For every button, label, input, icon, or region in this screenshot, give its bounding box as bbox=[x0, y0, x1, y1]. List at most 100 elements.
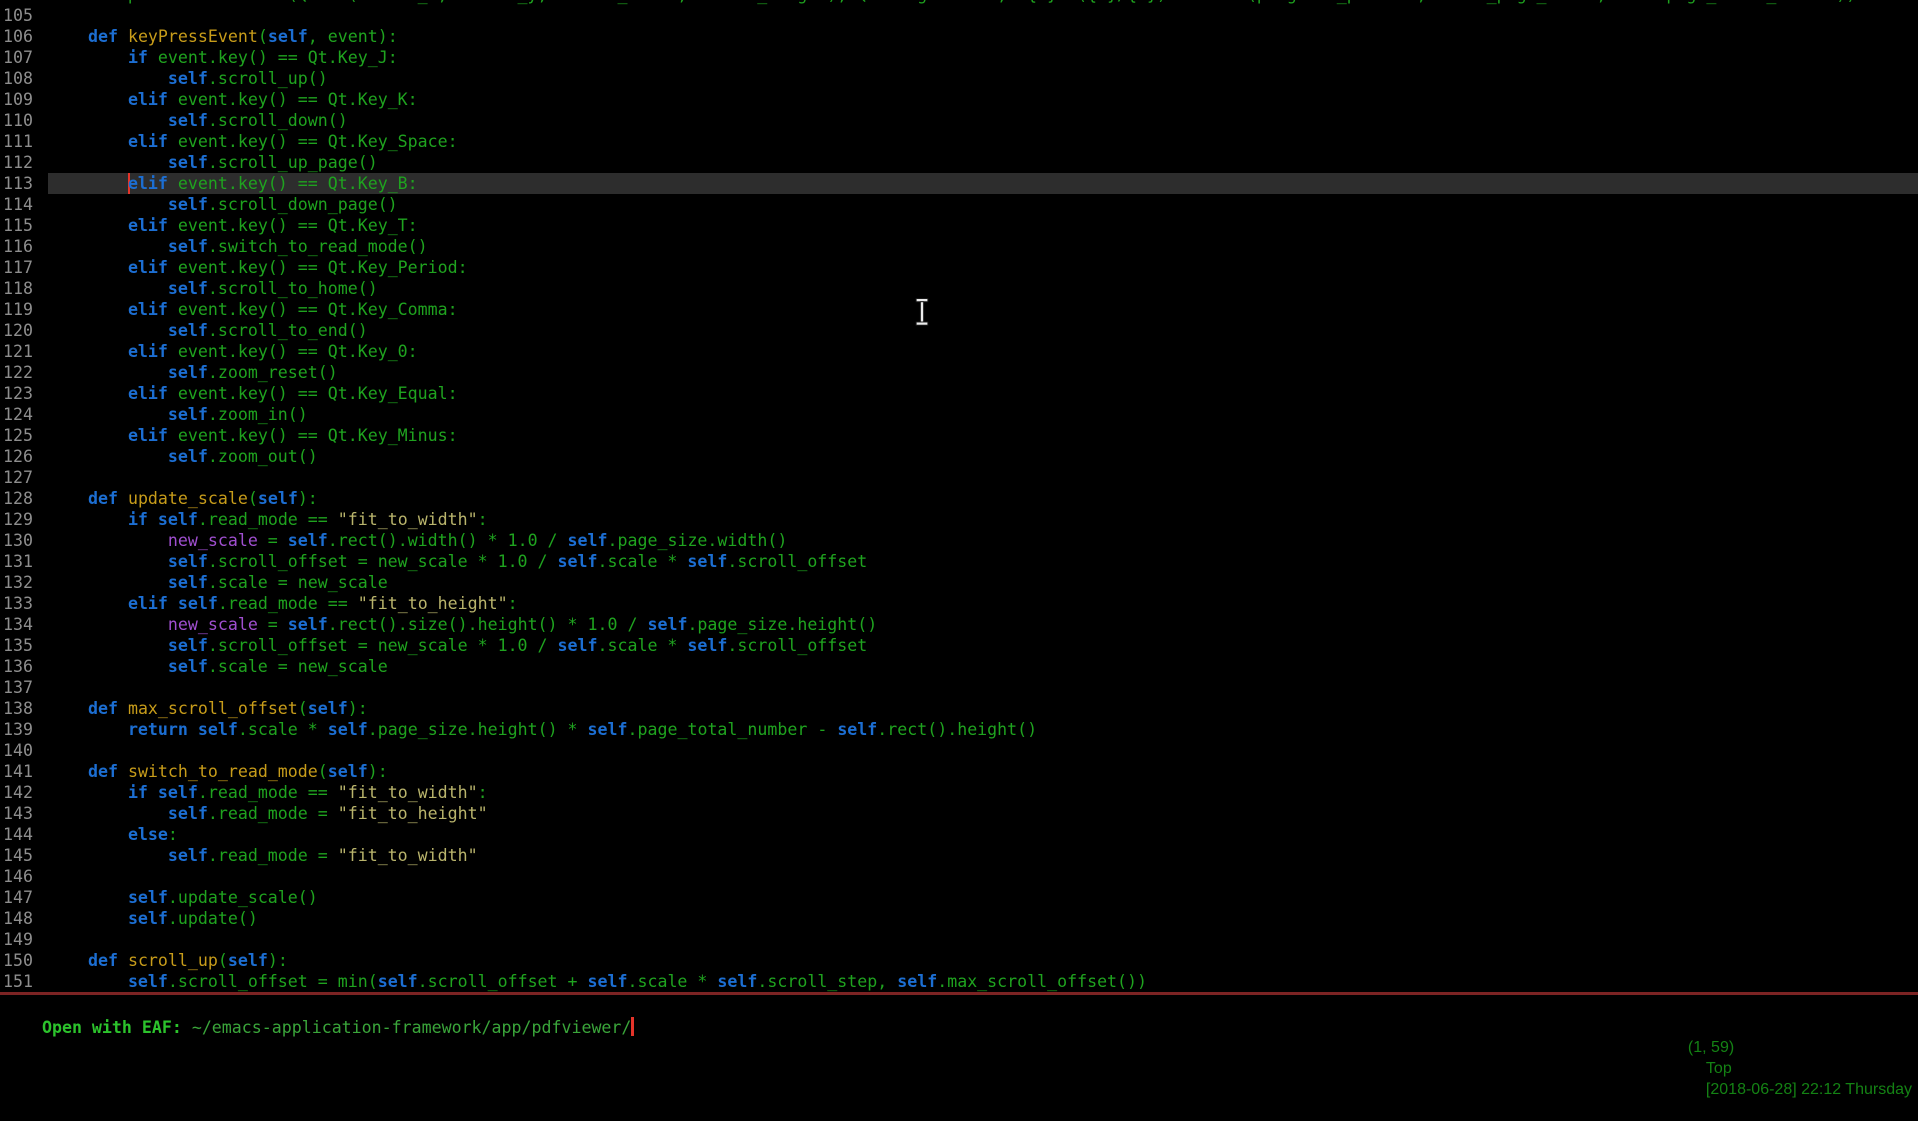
line-number: 106 bbox=[0, 26, 48, 47]
line-number: 122 bbox=[0, 362, 48, 383]
line-number: 117 bbox=[0, 257, 48, 278]
line-number: 130 bbox=[0, 530, 48, 551]
minibuffer-prompt: Open with EAF: bbox=[42, 1018, 192, 1037]
line-number: 138 bbox=[0, 698, 48, 719]
code-line[interactable]: 137 bbox=[0, 677, 1918, 698]
code-line[interactable]: 142 if self.read_mode == "fit_to_width": bbox=[0, 782, 1918, 803]
line-number: 109 bbox=[0, 89, 48, 110]
code-line[interactable]: 139 return self.scale * self.page_size.h… bbox=[0, 719, 1918, 740]
code-line[interactable]: 134 new_scale = self.rect().size().heigh… bbox=[0, 614, 1918, 635]
code-line[interactable]: 127 bbox=[0, 467, 1918, 488]
code-line[interactable]: 141 def switch_to_read_mode(self): bbox=[0, 761, 1918, 782]
line-number: 124 bbox=[0, 404, 48, 425]
line-number: 108 bbox=[0, 68, 48, 89]
code-line[interactable]: 125 elif event.key() == Qt.Key_Minus: bbox=[0, 425, 1918, 446]
code-text bbox=[48, 866, 1918, 887]
code-line[interactable]: 113 elif event.key() == Qt.Key_B: bbox=[0, 173, 1918, 194]
line-number: 105 bbox=[0, 5, 48, 26]
code-line[interactable]: 108 self.scroll_up() bbox=[0, 68, 1918, 89]
code-text: if self.read_mode == "fit_to_width": bbox=[48, 509, 1918, 530]
line-number: 147 bbox=[0, 887, 48, 908]
code-line[interactable]: 135 self.scroll_offset = new_scale * 1.0… bbox=[0, 635, 1918, 656]
code-text: new_scale = self.rect().width() * 1.0 / … bbox=[48, 530, 1918, 551]
code-text: self.switch_to_read_mode() bbox=[48, 236, 1918, 257]
code-line[interactable]: 119 elif event.key() == Qt.Key_Comma: bbox=[0, 299, 1918, 320]
line-number: 135 bbox=[0, 635, 48, 656]
line-number: 119 bbox=[0, 299, 48, 320]
code-line[interactable]: 147 self.update_scale() bbox=[0, 887, 1918, 908]
code-text: elif event.key() == Qt.Key_Comma: bbox=[48, 299, 1918, 320]
code-text: self.scroll_offset = min(self.scroll_off… bbox=[48, 971, 1918, 992]
code-line[interactable]: 140 bbox=[0, 740, 1918, 761]
code-text: self.scroll_to_home() bbox=[48, 278, 1918, 299]
code-line[interactable]: 110 self.scroll_down() bbox=[0, 110, 1918, 131]
code-line[interactable]: 144 else: bbox=[0, 824, 1918, 845]
code-line[interactable]: 148 self.update() bbox=[0, 908, 1918, 929]
code-line[interactable]: 111 elif event.key() == Qt.Key_Space: bbox=[0, 131, 1918, 152]
code-text: self.scroll_up_page() bbox=[48, 152, 1918, 173]
code-line[interactable]: 132 self.scale = new_scale bbox=[0, 572, 1918, 593]
line-number: 107 bbox=[0, 47, 48, 68]
code-text: self.scroll_up() bbox=[48, 68, 1918, 89]
code-line[interactable]: 128 def update_scale(self): bbox=[0, 488, 1918, 509]
line-number: 125 bbox=[0, 425, 48, 446]
code-line[interactable]: 105 bbox=[0, 5, 1918, 26]
code-line[interactable]: 115 elif event.key() == Qt.Key_T: bbox=[0, 215, 1918, 236]
code-line[interactable]: 150 def scroll_up(self): bbox=[0, 950, 1918, 971]
code-text: self.update_scale() bbox=[48, 887, 1918, 908]
line-number: 148 bbox=[0, 908, 48, 929]
line-number: 116 bbox=[0, 236, 48, 257]
line-number: 137 bbox=[0, 677, 48, 698]
code-line[interactable]: 122 self.zoom_reset() bbox=[0, 362, 1918, 383]
minibuffer[interactable]: Open with EAF: ~/emacs-application-frame… bbox=[0, 995, 1918, 1018]
code-line[interactable]: 131 self.scroll_offset = new_scale * 1.0… bbox=[0, 551, 1918, 572]
code-text: def switch_to_read_mode(self): bbox=[48, 761, 1918, 782]
code-line[interactable]: 143 self.read_mode = "fit_to_height" bbox=[0, 803, 1918, 824]
code-line[interactable]: 117 elif event.key() == Qt.Key_Period: bbox=[0, 257, 1918, 278]
line-number: 131 bbox=[0, 551, 48, 572]
code-text: if self.read_mode == "fit_to_width": bbox=[48, 782, 1918, 803]
code-line[interactable]: 107 if event.key() == Qt.Key_J: bbox=[0, 47, 1918, 68]
code-line[interactable]: 138 def max_scroll_offset(self): bbox=[0, 698, 1918, 719]
code-line[interactable]: 118 self.scroll_to_home() bbox=[0, 278, 1918, 299]
code-text: self.scale = new_scale bbox=[48, 572, 1918, 593]
line-number: 141 bbox=[0, 761, 48, 782]
line-number: 121 bbox=[0, 341, 48, 362]
code-line[interactable]: 129 if self.read_mode == "fit_to_width": bbox=[0, 509, 1918, 530]
line-number: 129 bbox=[0, 509, 48, 530]
code-line[interactable]: 120 self.scroll_to_end() bbox=[0, 320, 1918, 341]
code-line[interactable]: 123 elif event.key() == Qt.Key_Equal: bbox=[0, 383, 1918, 404]
code-text: return self.scale * self.page_size.heigh… bbox=[48, 719, 1918, 740]
code-line[interactable]: 106 def keyPressEvent(self, event): bbox=[0, 26, 1918, 47]
code-line[interactable]: 126 self.zoom_out() bbox=[0, 446, 1918, 467]
code-line[interactable]: 124 self.zoom_in() bbox=[0, 404, 1918, 425]
code-text: elif event.key() == Qt.Key_Space: bbox=[48, 131, 1918, 152]
ibeam-mouse-cursor bbox=[913, 298, 931, 330]
line-number: 111 bbox=[0, 131, 48, 152]
code-line[interactable]: 114 self.scroll_down_page() bbox=[0, 194, 1918, 215]
line-number: 120 bbox=[0, 320, 48, 341]
code-line[interactable]: 130 new_scale = self.rect().width() * 1.… bbox=[0, 530, 1918, 551]
line-number: 145 bbox=[0, 845, 48, 866]
line-number: 143 bbox=[0, 803, 48, 824]
code-text: def update_scale(self): bbox=[48, 488, 1918, 509]
code-text: self.zoom_in() bbox=[48, 404, 1918, 425]
code-line[interactable]: 133 elif self.read_mode == "fit_to_heigh… bbox=[0, 593, 1918, 614]
code-line[interactable]: 145 self.read_mode = "fit_to_width" bbox=[0, 845, 1918, 866]
minibuffer-input[interactable]: ~/emacs-application-framework/app/pdfvie… bbox=[192, 1018, 632, 1037]
code-text: def scroll_up(self): bbox=[48, 950, 1918, 971]
code-line[interactable]: 149 bbox=[0, 929, 1918, 950]
code-text: self.read_mode = "fit_to_width" bbox=[48, 845, 1918, 866]
code-line[interactable]: 146 bbox=[0, 866, 1918, 887]
line-number: 123 bbox=[0, 383, 48, 404]
code-line[interactable]: 109 elif event.key() == Qt.Key_K: bbox=[0, 89, 1918, 110]
code-line[interactable]: 121 elif event.key() == Qt.Key_0: bbox=[0, 341, 1918, 362]
code-line[interactable]: 136 self.scale = new_scale bbox=[0, 656, 1918, 677]
code-buffer[interactable]: painter.drawText(QRect(render_x, render_… bbox=[0, 0, 1918, 992]
code-line[interactable]: 151 self.scroll_offset = min(self.scroll… bbox=[0, 971, 1918, 992]
code-line[interactable]: 112 self.scroll_up_page() bbox=[0, 152, 1918, 173]
code-text bbox=[48, 740, 1918, 761]
code-text: self.scale = new_scale bbox=[48, 656, 1918, 677]
code-line[interactable]: 116 self.switch_to_read_mode() bbox=[0, 236, 1918, 257]
code-text: def keyPressEvent(self, event): bbox=[48, 26, 1918, 47]
